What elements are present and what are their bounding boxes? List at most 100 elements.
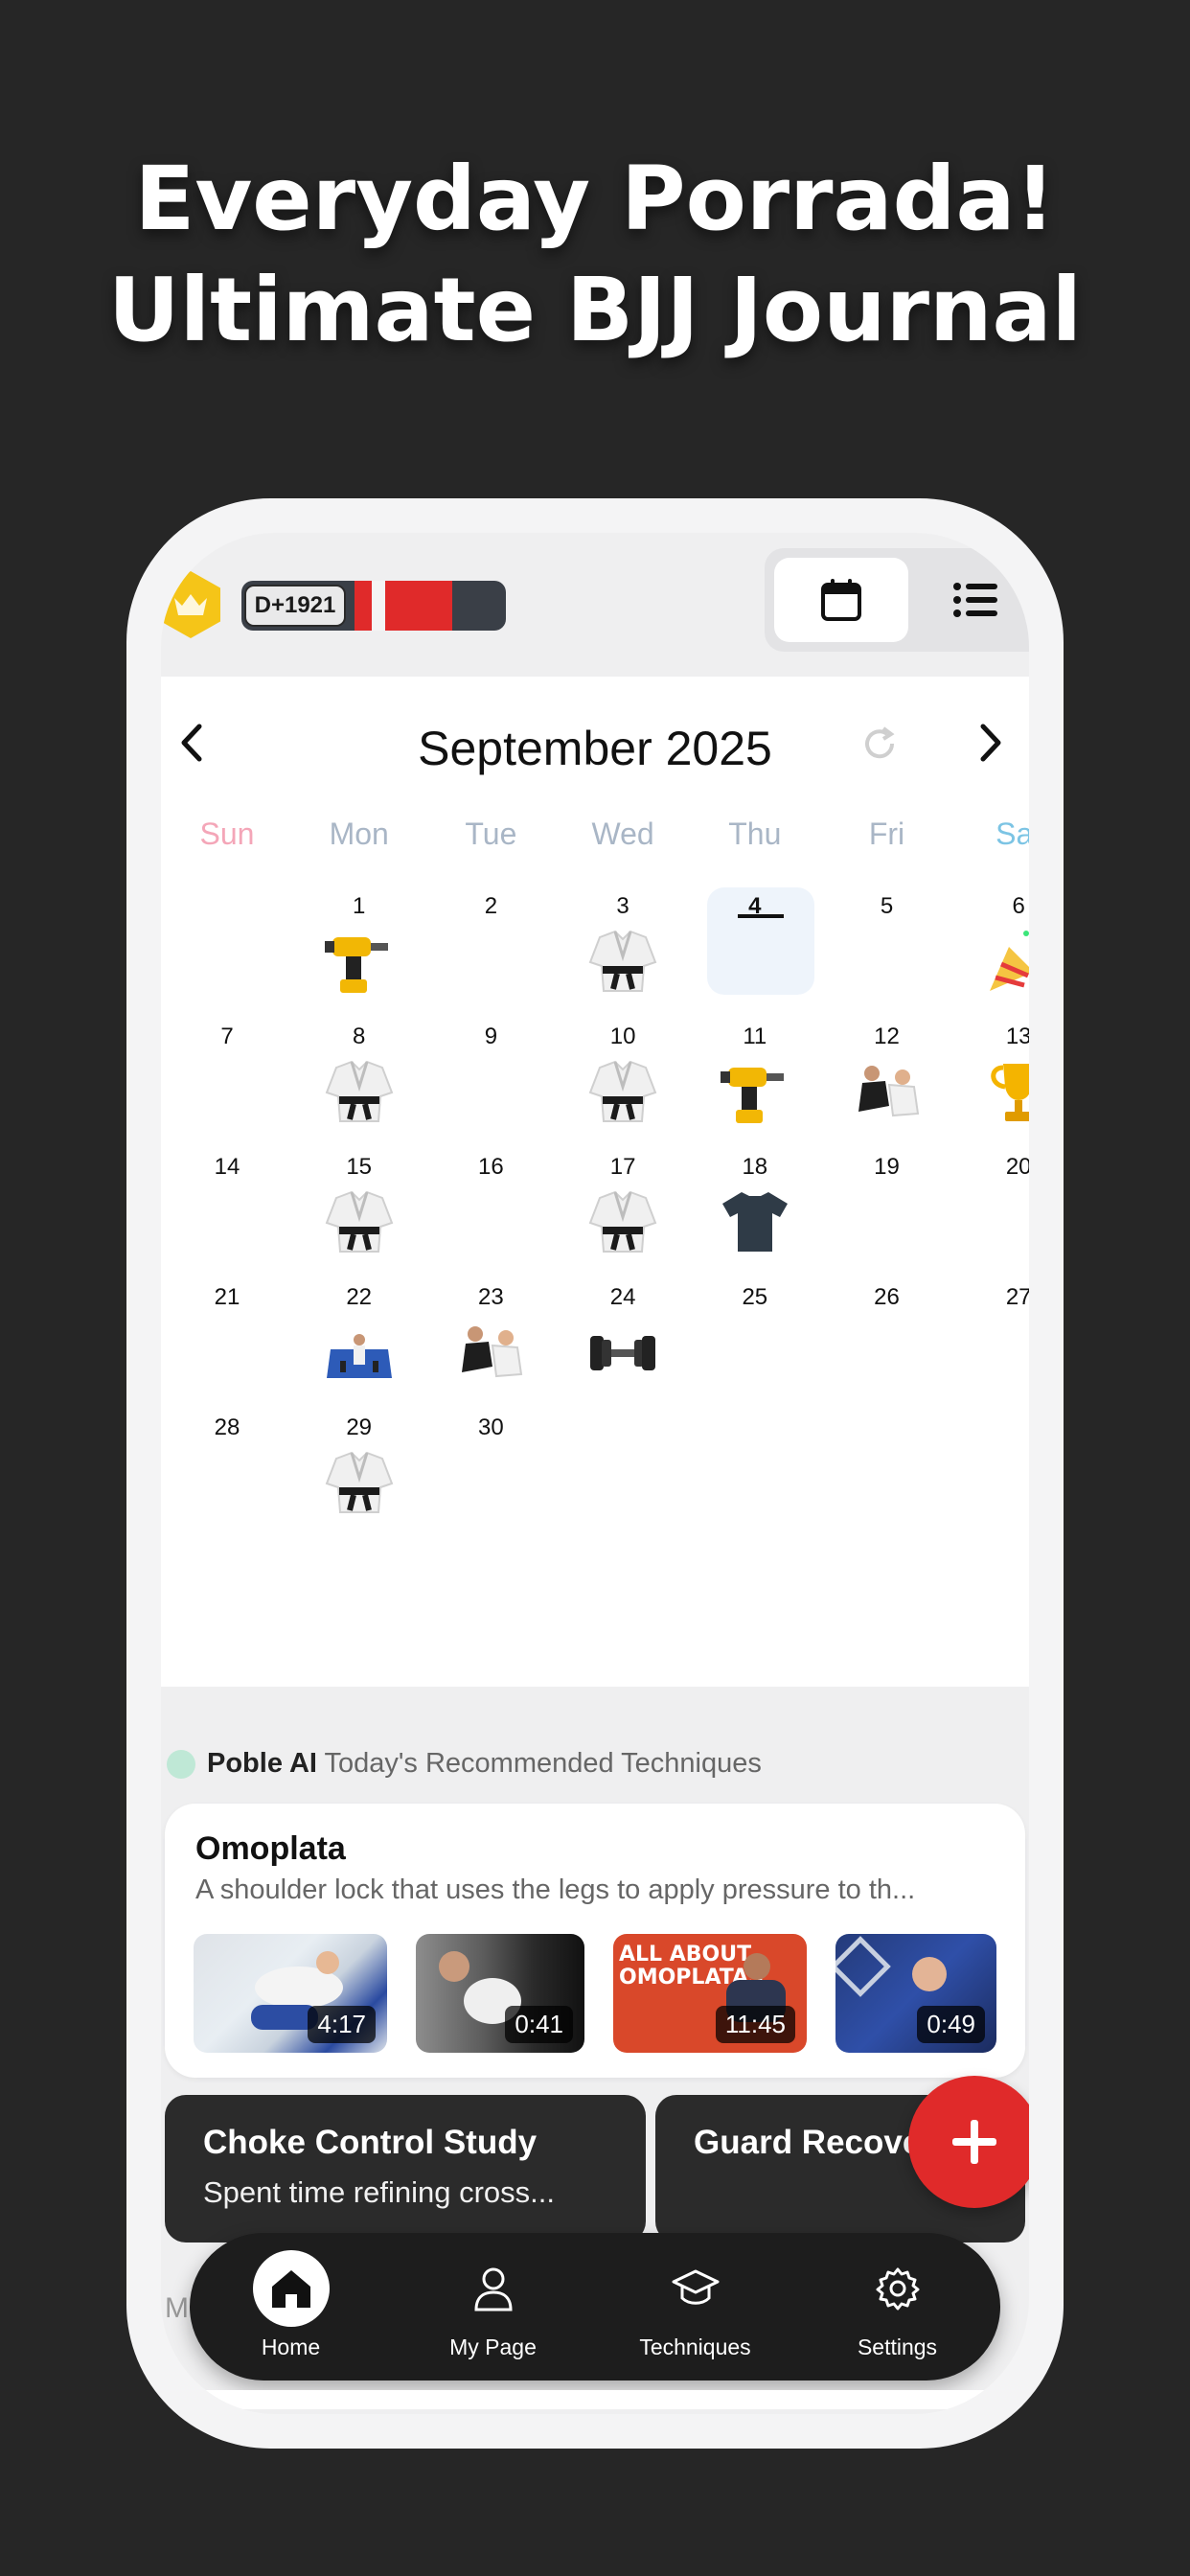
calendar-day[interactable]: 12 (821, 1018, 953, 1142)
day-number: 23 (478, 1284, 504, 1310)
calendar-day[interactable]: 29 (293, 1409, 425, 1533)
calendar-day[interactable]: 17 (557, 1148, 689, 1273)
calendar-day[interactable]: 23 (424, 1278, 557, 1403)
calendar-day[interactable]: 4 (689, 887, 821, 1012)
belt-stripe (385, 581, 452, 631)
next-month-button[interactable] (977, 723, 1004, 768)
calendar-day[interactable]: 30 (424, 1409, 557, 1533)
calendar-day[interactable]: 5 (821, 887, 953, 1012)
gi-icon (586, 1188, 659, 1255)
journal-title: Choke Control Study (203, 2124, 538, 2161)
gi-icon (323, 1058, 396, 1125)
video-thumbnail[interactable]: ALL ABOUT OMOPLATAS 11:45 (613, 1934, 807, 2053)
journal-description: Spent time refining cross... (203, 2175, 555, 2209)
day-number: 5 (880, 893, 894, 919)
day-number: 15 (346, 1154, 373, 1180)
calendar-day[interactable]: 27 (952, 1278, 1029, 1403)
calendar-day[interactable]: 6 (952, 887, 1029, 1012)
calendar-day[interactable]: 11 (689, 1018, 821, 1142)
weekday-sun: Sun (199, 816, 255, 851)
technique-title: Omoplata (195, 1830, 346, 1867)
calendar-day[interactable]: 18 (689, 1148, 821, 1273)
graduation-cap-icon (657, 2250, 734, 2327)
technique-description: A shoulder lock that uses the legs to ap… (195, 1874, 916, 1905)
weekday-tue: Tue (465, 816, 517, 851)
ai-recommendation-header: Poble AI Today's Recommended Techniques (167, 1748, 762, 1786)
headline-line-1: Everyday Porrada! (134, 148, 1056, 250)
calendar-day[interactable]: 10 (557, 1018, 689, 1142)
day-number: 13 (1005, 1024, 1029, 1049)
party-popper-icon (982, 928, 1029, 995)
belt-stripe (355, 581, 372, 631)
calendar-day[interactable]: 13 (952, 1018, 1029, 1142)
weekday-thu: Thu (728, 816, 782, 851)
weekday-mon: Mon (329, 816, 389, 851)
home-icon (253, 2250, 330, 2327)
crown-icon[interactable] (161, 571, 220, 638)
day-number: 21 (214, 1284, 240, 1310)
list-view-button[interactable] (927, 558, 1023, 642)
section-label: M (165, 2292, 189, 2324)
chevron-right-icon (980, 724, 1001, 762)
calendar: September 2025 SunMonTueWedThuFriSat 123… (161, 677, 1029, 1687)
calendar-day[interactable]: 1 (293, 887, 425, 1012)
tab-label: Techniques (639, 2334, 751, 2359)
day-number: 11 (743, 1024, 767, 1049)
streak-badge[interactable]: D+1921 (241, 581, 506, 631)
ai-status-dot (167, 1750, 195, 1780)
calendar-day[interactable]: 3 (557, 887, 689, 1012)
day-number: 8 (353, 1024, 366, 1049)
ai-subtitle: Today's Recommended Techniques (324, 1748, 762, 1779)
weekday-fri: Fri (868, 816, 905, 851)
calendar-day[interactable]: 20 (952, 1148, 1029, 1273)
add-entry-button[interactable] (908, 2076, 1029, 2208)
tab-bar: Home My Page Techniques Settings (190, 2233, 1000, 2380)
headline: Everyday Porrada! Ultimate BJJ Journal (0, 144, 1190, 366)
calendar-day[interactable]: 8 (293, 1018, 425, 1142)
day-number: 25 (742, 1284, 768, 1310)
day-number: 12 (874, 1024, 900, 1049)
calendar-day[interactable]: 16 (424, 1148, 557, 1273)
calendar-day[interactable]: 14 (161, 1148, 293, 1273)
home-indicator-area (174, 2390, 1016, 2409)
video-thumbnail[interactable]: 0:41 (416, 1934, 584, 2053)
trophy-icon (982, 1058, 1029, 1125)
gi-icon (586, 1058, 659, 1125)
video-duration: 11:45 (715, 2006, 795, 2043)
day-number: 20 (1005, 1154, 1029, 1180)
calendar-day[interactable]: 21 (161, 1278, 293, 1403)
calendar-day[interactable]: 2 (424, 887, 557, 1012)
tab-settings[interactable]: Settings (796, 2233, 998, 2380)
calendar-day[interactable]: 28 (161, 1409, 293, 1533)
tab-home[interactable]: Home (190, 2233, 392, 2380)
technique-card[interactable]: Omoplata A shoulder lock that uses the l… (165, 1804, 1025, 2078)
video-thumbnail[interactable]: 0:49 (835, 1934, 996, 2053)
calendar-day[interactable]: 15 (293, 1148, 425, 1273)
phone-frame: D+1921 September 2025 Sun Mon Tue Wed Th… (126, 498, 1064, 2449)
calendar-day[interactable]: 24 (557, 1278, 689, 1403)
tab-my-page[interactable]: My Page (392, 2233, 594, 2380)
view-toggle (765, 548, 1029, 652)
journal-card[interactable]: Choke Control Study Spent time refining … (165, 2095, 646, 2242)
calendar-day[interactable]: 22 (293, 1278, 425, 1403)
calendar-day[interactable]: 26 (821, 1278, 953, 1403)
mat-icon (323, 1319, 396, 1386)
drill-icon (719, 1058, 791, 1125)
calendar-view-button[interactable] (774, 558, 908, 642)
refresh-button[interactable] (860, 724, 899, 768)
calendar-day[interactable]: 19 (821, 1148, 953, 1273)
calendar-header: September 2025 (161, 715, 1029, 776)
plus-icon (952, 2120, 996, 2164)
calendar-day[interactable]: 25 (689, 1278, 821, 1403)
calendar-day[interactable]: 7 (161, 1018, 293, 1142)
day-number: 24 (609, 1284, 636, 1310)
video-thumbnail[interactable]: 4:17 (194, 1934, 387, 2053)
gi-icon (586, 928, 659, 995)
tab-techniques[interactable]: Techniques (594, 2233, 796, 2380)
day-number: 2 (484, 893, 498, 919)
gear-icon (859, 2250, 936, 2327)
ai-name: Poble AI (207, 1748, 317, 1779)
day-number: 4 (748, 893, 762, 919)
calendar-day[interactable]: 9 (424, 1018, 557, 1142)
headline-line-2: Ultimate BJJ Journal (107, 259, 1083, 361)
